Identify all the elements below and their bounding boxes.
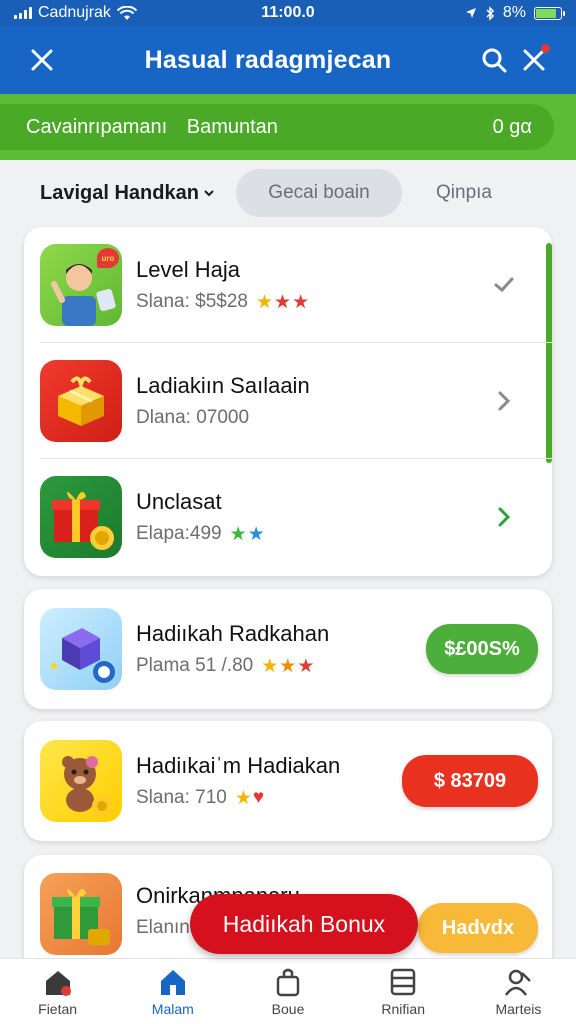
check-button[interactable] (484, 276, 524, 294)
battery-icon (534, 6, 565, 20)
filter-dropdown-label: Lavigal Handkan (40, 181, 199, 204)
nav-item-marteis[interactable]: Marteis (461, 959, 576, 1024)
rating-stars: ★ ♥ (234, 786, 265, 809)
card-price: Elanın (136, 917, 190, 938)
status-bar: Cadnujrak 11:00.0 8% (0, 0, 576, 26)
list-item[interactable]: Unclasat Elapa:499 ★ ★ (24, 459, 552, 575)
signal-icon (14, 7, 32, 19)
gift-bag-icon (276, 968, 300, 996)
filter-dropdown[interactable]: Lavigal Handkan (40, 182, 230, 205)
card-title: Hadiıkaiˈm Hadiakan (136, 752, 341, 778)
filter-tab[interactable]: Qinpıa (436, 182, 492, 204)
gift-thumbnail (40, 873, 122, 955)
gift-thumbnail (40, 360, 122, 442)
card-price: Plama 51 /.80 (136, 655, 254, 676)
item-price: Slana: $5$28 (136, 291, 248, 312)
promo-pill[interactable]: Cavainrıpamanı Bamuntan 0 gα (0, 104, 554, 150)
item-price: Dlana: 07000 (136, 407, 250, 428)
location-arrow-icon (465, 8, 476, 18)
reward-card[interactable]: Hadiıkah Radkahan Plama 51 /.80 ★ ★ ★ $£00… (24, 589, 552, 709)
list-item[interactable]: Ladiakiın Saılaain Dlana: 07000 (24, 343, 552, 459)
close-icon (31, 49, 53, 71)
promo-banner: Cavainrıpamanı Bamuntan 0 gα (0, 94, 576, 160)
battery-percent: 8% (502, 4, 526, 21)
buy-button[interactable]: Hadvdx (418, 903, 538, 953)
close-button[interactable] (22, 40, 62, 80)
chevron-right-icon (498, 507, 511, 527)
nav-label: Marteis (495, 1000, 542, 1017)
gift-box-thumbnail (40, 476, 122, 558)
nav-item-malam[interactable]: Malam (115, 959, 230, 1024)
item-title: Ladiakiın Saılaain (136, 373, 310, 398)
list-item[interactable]: uro Level Haja Slana: $5$28 ★ ★ ★ (24, 227, 552, 343)
reward-list-card: uro Level Haja Slana: $5$28 ★ ★ ★ Ladiakiı… (24, 227, 552, 576)
avatar-thumbnail: uro (40, 244, 122, 326)
open-button[interactable] (484, 506, 524, 528)
card-title: Hadiıkah Radkahan (136, 620, 330, 646)
home-badge-icon (45, 970, 71, 996)
check-icon (494, 277, 514, 293)
filter-bar: Lavigal Handkan Gecai boain Qinpıa (0, 166, 576, 220)
rating-stars: ★ ★ ★ (261, 655, 315, 677)
status-time: 11:00.0 (261, 4, 315, 21)
nav-label: Rnifian (381, 1000, 425, 1017)
item-title: Unclasat (136, 488, 222, 514)
nav-label: Malam (151, 1000, 194, 1017)
buy-button[interactable]: $£00S% (426, 624, 538, 674)
wifi-icon (116, 5, 137, 20)
rating-stars: ★ ★ (229, 523, 265, 545)
bonus-button[interactable]: Hadiıkah Bonux (190, 894, 418, 954)
notification-dot (541, 44, 550, 53)
nav-label: Boue (271, 1000, 305, 1017)
banner-text-right: 0 gα (492, 115, 532, 138)
search-icon (482, 48, 507, 73)
reward-card[interactable]: Hadiıkaiˈm Hadiakan Slana: 710 ★ ♥ $ 8370… (24, 721, 552, 841)
list-icon (390, 968, 416, 995)
card-price: Slana: 710 (136, 787, 227, 808)
filter-chip[interactable]: Gecai boain (236, 169, 402, 217)
home-icon (160, 969, 185, 995)
buy-button[interactable]: $ 83709 (402, 755, 538, 807)
users-icon (505, 969, 532, 996)
nav-item-rnifian[interactable]: Rnifian (346, 959, 461, 1024)
hot-badge: uro (97, 248, 119, 268)
nav-item-boue[interactable]: Boue (230, 959, 345, 1024)
bottom-nav: Fietan Malam Boue Rnifian Marteis (0, 958, 576, 1024)
app-header: Hasual radagmjecan (0, 26, 576, 94)
bear-thumbnail (40, 740, 122, 822)
cube-thumbnail (40, 608, 122, 690)
banner-text-mid: Bamuntan (186, 115, 278, 138)
open-button[interactable] (484, 390, 524, 412)
nav-item-fietan[interactable]: Fietan (0, 959, 115, 1024)
item-title: Level Haja (136, 256, 240, 282)
tools-button[interactable] (514, 40, 554, 80)
rating-stars: ★ ★ ★ (256, 291, 310, 313)
chevron-right-icon (498, 391, 511, 411)
nav-label: Fietan (38, 1000, 78, 1017)
page-title: Hasual radagmjecan (144, 45, 392, 74)
chevron-down-icon (204, 190, 214, 197)
bluetooth-icon (486, 5, 494, 21)
item-price: Elapa:499 (136, 523, 222, 544)
search-button[interactable] (474, 40, 514, 80)
carrier-label: Cadnujrak (38, 4, 111, 21)
banner-text-left: Cavainrıpamanı (26, 115, 168, 138)
